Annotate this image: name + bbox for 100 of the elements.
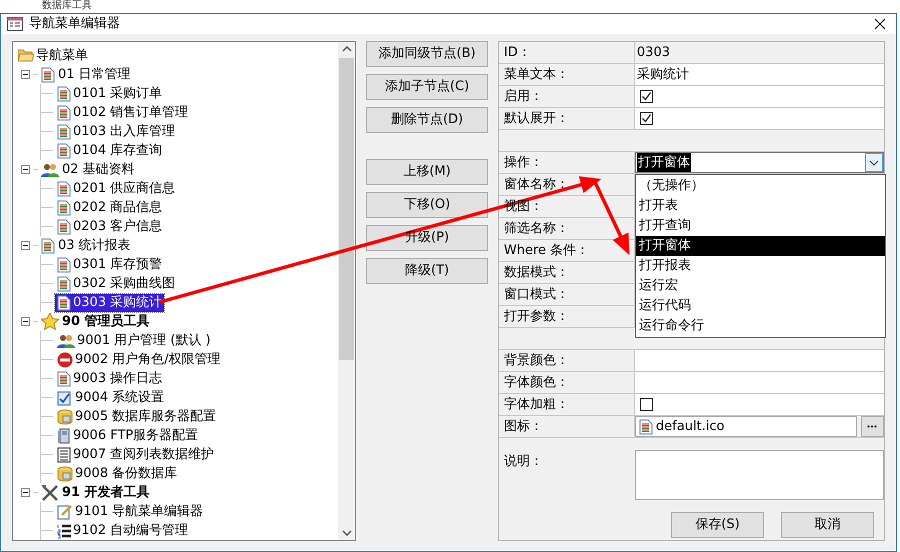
property-label: 筛选名称：: [504, 220, 569, 238]
document-icon: [41, 66, 55, 82]
dropdown-option[interactable]: 打开表: [636, 196, 885, 216]
server-icon: [57, 428, 71, 444]
document-icon: [57, 218, 71, 234]
tree-item[interactable]: 0202 商品信息: [55, 198, 164, 216]
collapse-toggle-icon[interactable]: [21, 70, 30, 79]
action-button[interactable]: 添加子节点(C): [366, 74, 488, 100]
window-title: 导航菜单编辑器: [29, 15, 120, 34]
tree-item[interactable]: 90 管理员工具: [62, 315, 150, 328]
people-icon: [57, 334, 75, 348]
tree-item[interactable]: 0102 销售订单管理: [55, 104, 190, 122]
collapse-toggle-icon[interactable]: [21, 488, 30, 497]
file-icon: [638, 418, 653, 434]
edit-icon: [57, 504, 73, 520]
dropdown-option[interactable]: 打开窗体: [636, 236, 885, 256]
tree-item[interactable]: 9102 自动编号管理: [55, 522, 190, 540]
property-label: 字体颜色：: [504, 374, 569, 392]
tree-item[interactable]: 9005 数据库服务器配置: [55, 408, 218, 426]
description-field[interactable]: [634, 450, 884, 500]
tree-item[interactable]: 02 基础资料: [62, 163, 135, 176]
tree-item[interactable]: 9001 用户管理 (默认 ): [55, 332, 213, 350]
form-icon: [7, 17, 23, 31]
scroll-down-icon[interactable]: [342, 530, 352, 536]
tree-item[interactable]: 9004 系统设置: [55, 388, 166, 406]
tree-item[interactable]: 9101 导航菜单编辑器: [55, 502, 206, 520]
tree-item[interactable]: 9008 备份数据库: [55, 464, 180, 482]
browse-button[interactable]: [860, 416, 884, 437]
dropdown-option[interactable]: 运行代码: [636, 296, 885, 316]
property-label: Where 条件：: [504, 242, 590, 260]
tree-item[interactable]: 0301 库存预警: [55, 256, 164, 274]
property-label: 启用：: [504, 88, 543, 106]
tree-item[interactable]: 导航菜单: [18, 46, 338, 65]
document-icon: [57, 124, 71, 140]
tree-item[interactable]: 0201 供应商信息: [55, 180, 178, 198]
document-icon: [57, 86, 71, 102]
dropdown-option[interactable]: 打开报表: [636, 256, 885, 276]
tree-item[interactable]: 0103 出入库管理: [55, 122, 178, 140]
dropdown-option[interactable]: （无操作）: [636, 176, 885, 196]
tree-item[interactable]: 0101 采购订单: [55, 84, 164, 102]
dialog-button[interactable]: 取消: [781, 512, 874, 538]
action-button[interactable]: 上移(M): [366, 159, 488, 185]
list-icon: [57, 446, 71, 462]
tree-item[interactable]: 9002 用户角色/权限管理: [55, 350, 223, 368]
input-field[interactable]: [634, 372, 884, 393]
action-button[interactable]: 升级(P): [366, 225, 488, 251]
collapse-toggle-icon[interactable]: [21, 317, 30, 326]
tree-item[interactable]: 9006 FTP服务器配置: [55, 426, 200, 444]
document-icon: [57, 256, 71, 272]
tree-item[interactable]: 03 统计报表: [58, 239, 131, 252]
document-icon: [57, 200, 71, 216]
action-button[interactable]: 删除节点(D): [366, 107, 488, 133]
property-label: 背景颜色：: [504, 352, 569, 370]
people-icon: [41, 162, 59, 176]
property-label: 打开参数：: [504, 308, 569, 326]
scroll-thumb[interactable]: [339, 58, 354, 360]
property-label: 默认展开：: [504, 110, 569, 128]
checkbox[interactable]: [640, 398, 653, 411]
input-field[interactable]: 采购统计: [634, 64, 884, 85]
document-icon: [57, 104, 71, 120]
input-field[interactable]: [634, 350, 884, 371]
tree-item[interactable]: 91 开发者工具: [62, 486, 150, 499]
checkbox[interactable]: [640, 112, 653, 125]
tree-item[interactable]: 9007 查阅列表数据维护: [55, 446, 216, 464]
property-label: 操作：: [504, 154, 543, 172]
numbered-list-icon: [57, 522, 71, 538]
tree-item[interactable]: 9003 操作日志: [55, 370, 164, 388]
dropdown-field[interactable]: 打开窗体: [634, 152, 884, 173]
property-label: 窗体名称：: [504, 176, 569, 194]
dialog-button[interactable]: 保存(S): [671, 512, 764, 538]
tree-item[interactable]: 0302 采购曲线图: [55, 274, 178, 292]
document-icon: [41, 238, 55, 254]
tree-item[interactable]: 01 日常管理: [58, 68, 131, 81]
action-button[interactable]: 降级(T): [366, 258, 488, 284]
property-label: ID：: [504, 44, 531, 62]
collapse-toggle-icon[interactable]: [21, 165, 30, 174]
folder-icon: [18, 49, 34, 62]
action-button[interactable]: 添加同级节点(B): [366, 41, 488, 67]
chevron-down-icon[interactable]: [869, 160, 879, 166]
icon-path-field[interactable]: default.ico: [634, 416, 857, 437]
dropdown-option[interactable]: 运行命令行: [636, 316, 885, 336]
tools-icon: [41, 484, 59, 501]
property-label: 数据模式：: [504, 264, 569, 282]
no-entry-icon: [57, 352, 73, 368]
tree-item[interactable]: 0203 客户信息: [55, 218, 164, 236]
property-label: 窗口模式：: [504, 286, 569, 304]
scroll-up-icon[interactable]: [342, 46, 352, 52]
checkbox[interactable]: [640, 90, 653, 103]
dropdown-option[interactable]: 运行宏: [636, 276, 885, 296]
close-icon[interactable]: [874, 18, 886, 30]
document-icon: [57, 276, 71, 292]
checklist-icon: [57, 390, 73, 406]
collapse-toggle-icon[interactable]: [21, 241, 30, 250]
document-icon: [57, 370, 71, 386]
tree-item[interactable]: 0104 库存查询: [55, 142, 164, 160]
action-button[interactable]: 下移(O): [366, 192, 488, 218]
dropdown-option[interactable]: 打开查询: [636, 216, 885, 236]
document-icon: [57, 180, 71, 196]
scrollbar[interactable]: [338, 42, 356, 540]
tree-item[interactable]: 0303 采购统计: [55, 294, 164, 312]
